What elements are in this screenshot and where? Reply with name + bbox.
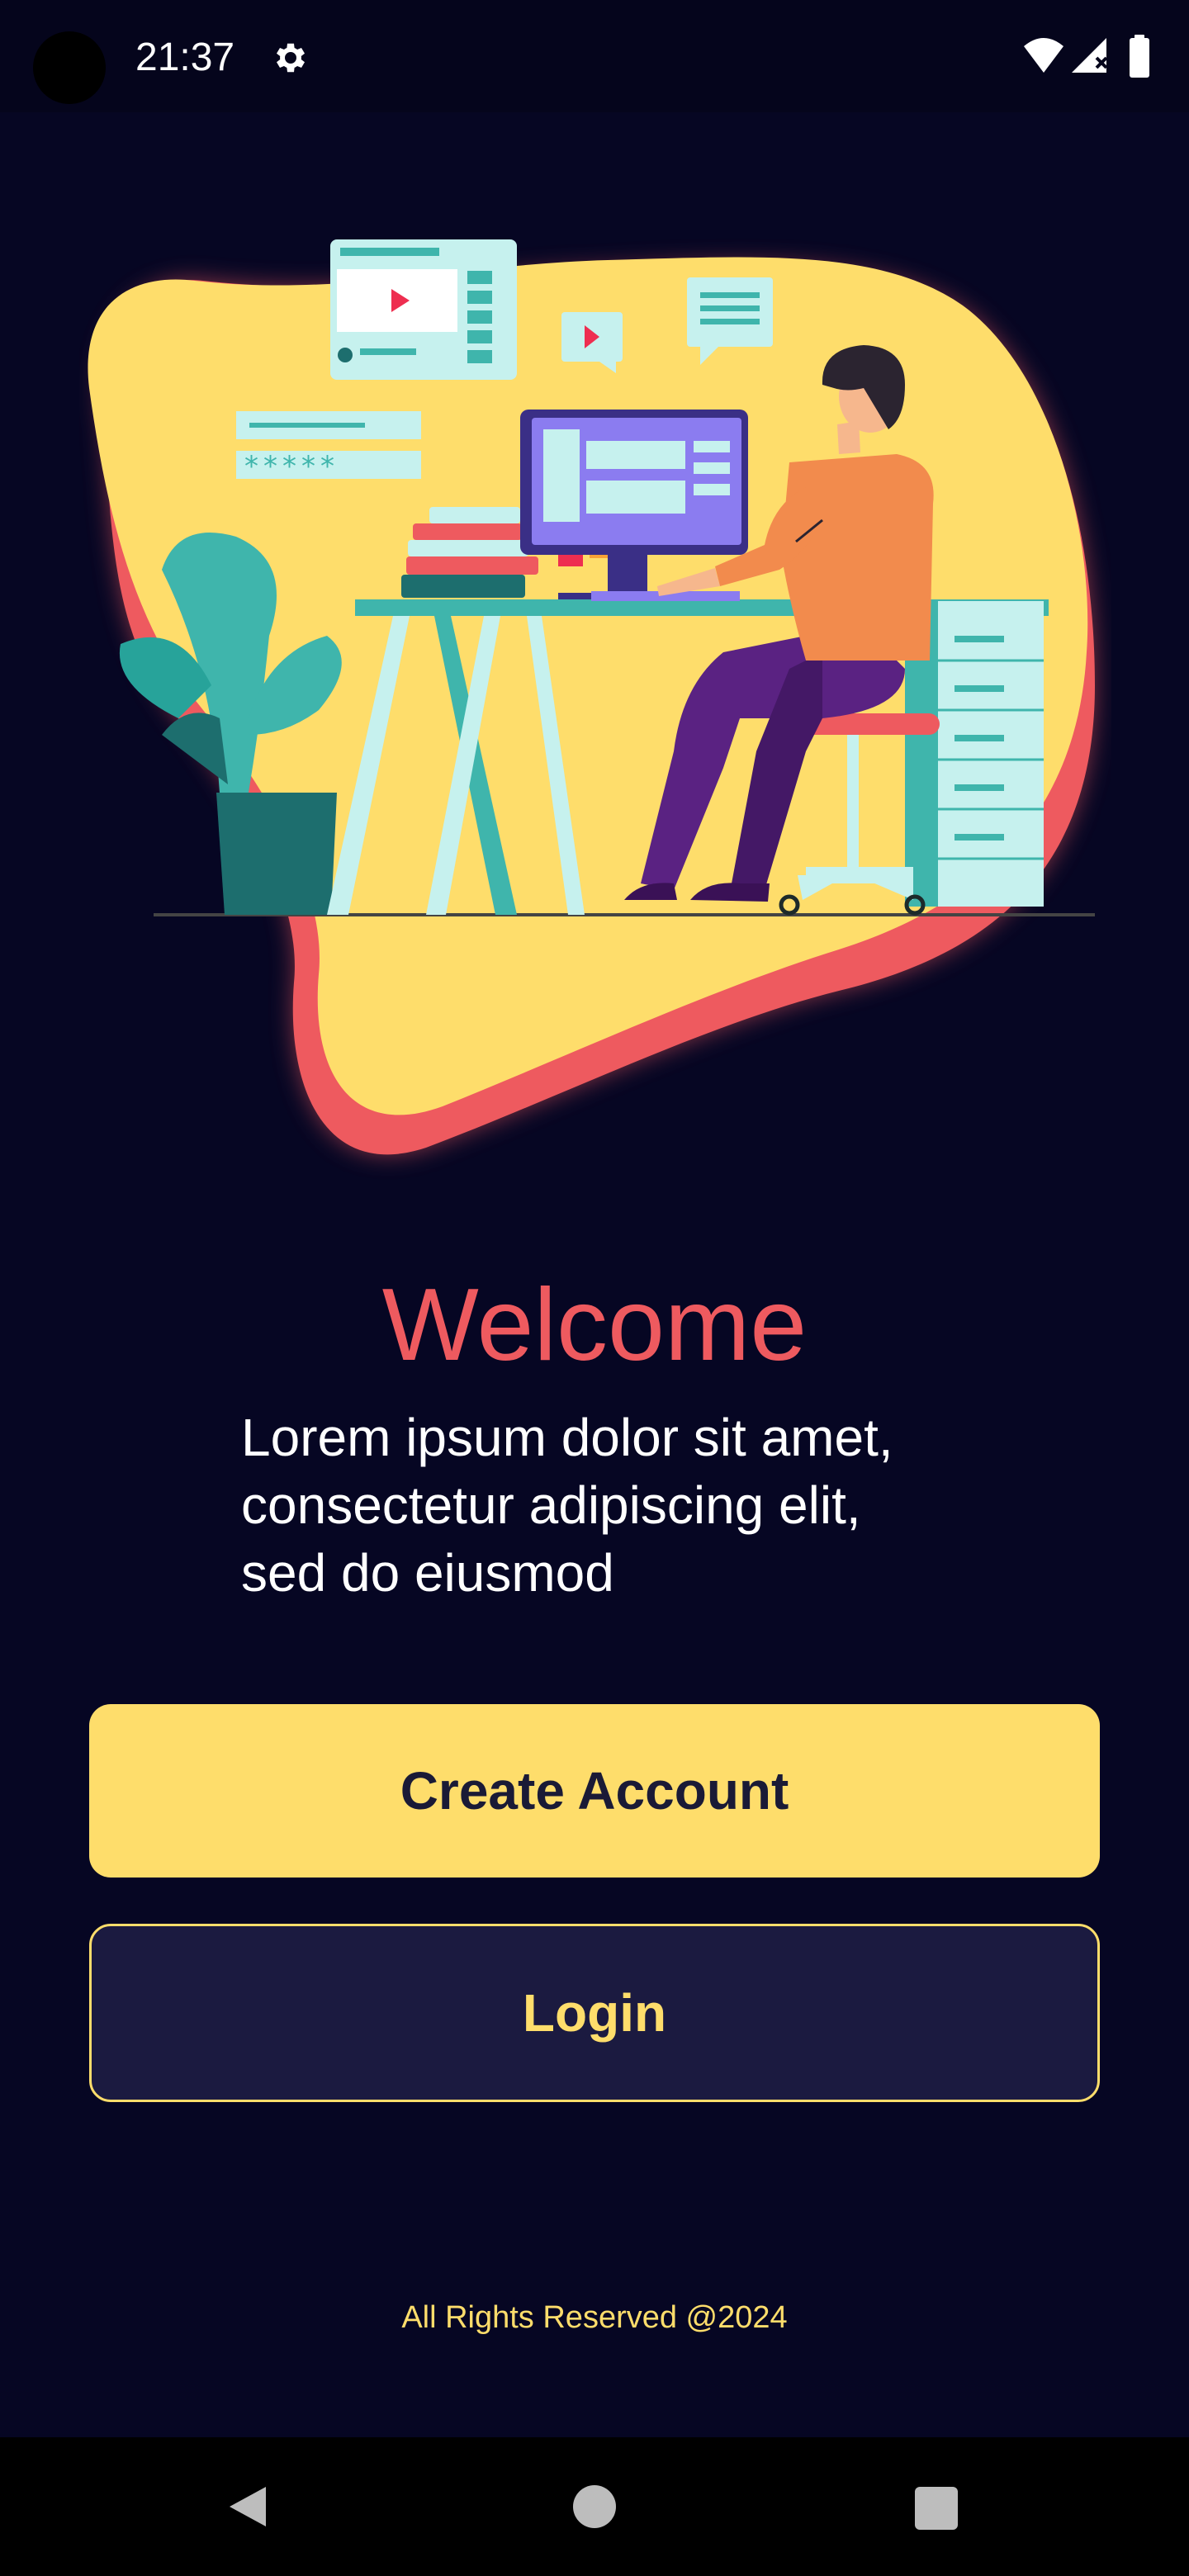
welcome-title: Welcome	[381, 1268, 808, 1382]
password-mask: *****	[244, 450, 339, 483]
home-icon[interactable]	[573, 2485, 616, 2528]
system-nav-bar	[0, 2437, 1189, 2576]
create-account-button[interactable]: Create Account	[89, 1704, 1100, 1878]
login-label: Login	[522, 1983, 667, 2043]
welcome-description: Lorem ipsum dolor sit amet, consectetur …	[241, 1404, 984, 1607]
status-time: 21:37	[135, 36, 235, 79]
back-icon[interactable]	[223, 2482, 272, 2531]
workspace-illustration: *****	[88, 239, 1095, 1155]
status-icons	[1024, 35, 1149, 78]
login-button[interactable]: Login	[89, 1924, 1100, 2102]
wifi-icon	[1024, 38, 1063, 73]
settings-icon	[277, 43, 305, 73]
status-bar: 21:37	[0, 0, 1189, 112]
footer-copyright: All Rights Reserved @2024	[401, 2300, 788, 2335]
signal-icon	[1072, 38, 1108, 73]
recents-icon[interactable]	[915, 2487, 958, 2530]
description-line-3: sed do eiusmod	[241, 1543, 614, 1603]
create-account-label: Create Account	[400, 1761, 789, 1821]
description-line-1: Lorem ipsum dolor sit amet,	[241, 1408, 893, 1467]
video-window	[330, 239, 517, 380]
camera-cutout	[33, 31, 106, 104]
description-line-2: consectetur adipiscing elit,	[241, 1475, 861, 1535]
battery-icon	[1130, 35, 1149, 78]
